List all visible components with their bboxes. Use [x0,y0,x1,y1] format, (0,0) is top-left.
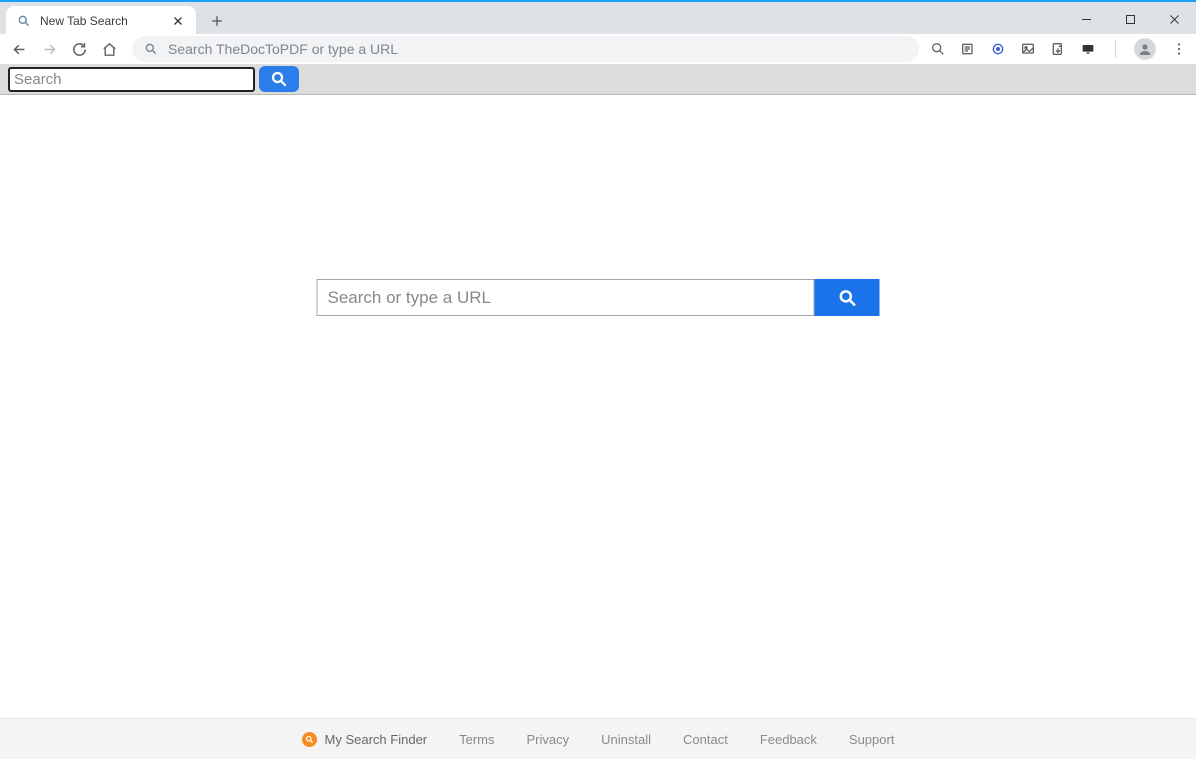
new-tab-button[interactable] [204,8,230,34]
browser-tab[interactable]: New Tab Search [6,6,196,36]
footer-link-support[interactable]: Support [849,732,895,747]
footer-link-contact[interactable]: Contact [683,732,728,747]
maximize-button[interactable] [1108,2,1152,36]
footer-brand-text: My Search Finder [325,732,428,747]
profile-avatar[interactable] [1134,38,1156,60]
center-search [317,279,880,316]
footer-link-terms[interactable]: Terms [459,732,494,747]
main-search-input[interactable] [317,279,815,316]
toolbar-search-input[interactable] [8,67,255,92]
kebab-menu-icon[interactable] [1168,41,1190,57]
zoom-ext-icon[interactable] [929,40,947,58]
tab-title: New Tab Search [40,14,172,28]
close-tab-icon[interactable] [172,14,186,28]
back-button[interactable] [6,36,32,62]
footer-link-uninstall[interactable]: Uninstall [601,732,651,747]
separator [1115,40,1116,58]
omnibox[interactable] [132,36,919,62]
footer-link-feedback[interactable]: Feedback [760,732,817,747]
forward-button[interactable] [36,36,62,62]
titlebar: New Tab Search [0,0,1196,34]
window-controls [1064,2,1196,36]
reload-button[interactable] [66,36,92,62]
close-window-button[interactable] [1152,2,1196,36]
home-button[interactable] [96,36,122,62]
omnibox-input[interactable] [168,41,907,57]
brand-logo-icon [302,732,317,747]
record-ext-icon[interactable] [989,40,1007,58]
pdf-ext-icon[interactable] [1049,40,1067,58]
search-icon [144,42,158,56]
extension-toolbar [0,64,1196,95]
screen-ext-icon[interactable] [1079,40,1097,58]
footer-brand: My Search Finder [302,732,428,747]
minimize-button[interactable] [1064,2,1108,36]
extension-icons [929,38,1190,60]
image-ext-icon[interactable] [1019,40,1037,58]
magnifier-icon [16,13,32,29]
main-search-button[interactable] [815,279,880,316]
page-content [0,95,1196,718]
toolbar-search-button[interactable] [259,66,299,92]
footer: My Search Finder Terms Privacy Uninstall… [0,718,1196,759]
news-ext-icon[interactable] [959,40,977,58]
browser-toolbar [0,34,1196,64]
footer-link-privacy[interactable]: Privacy [527,732,570,747]
